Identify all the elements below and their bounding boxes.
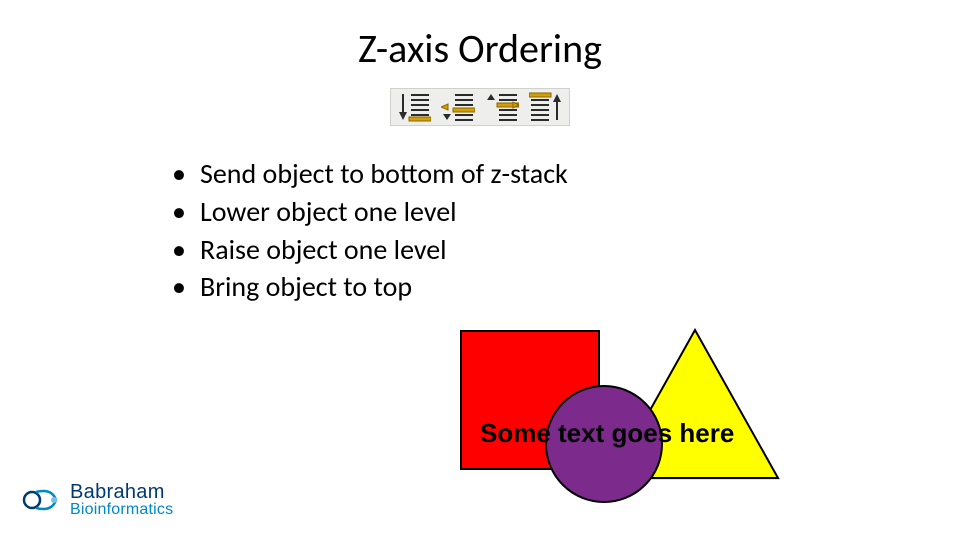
logo-line1: Babraham	[70, 482, 173, 502]
slide-title: Z-axis Ordering	[0, 24, 960, 73]
list-item: Send object to bottom of z-stack	[200, 155, 568, 193]
list-item: Raise object one level	[200, 231, 568, 269]
babraham-logo: Babraham Bioinformatics	[18, 478, 173, 522]
lower-one-level-icon[interactable]	[441, 92, 475, 122]
logo-line2: Bioinformatics	[70, 502, 173, 518]
logo-mark-icon	[18, 478, 62, 522]
raise-one-level-icon[interactable]	[485, 92, 519, 122]
list-item: Bring object to top	[200, 268, 568, 306]
z-order-toolbar	[390, 88, 570, 126]
bullet-list: Send object to bottom of z-stack Lower o…	[200, 155, 568, 306]
bring-to-top-icon[interactable]	[529, 92, 563, 122]
list-item: Lower object one level	[200, 193, 568, 231]
shape-example: Some text goes here	[460, 330, 920, 530]
overlay-text: Some text goes here	[480, 418, 734, 449]
send-to-bottom-icon[interactable]	[397, 92, 431, 122]
